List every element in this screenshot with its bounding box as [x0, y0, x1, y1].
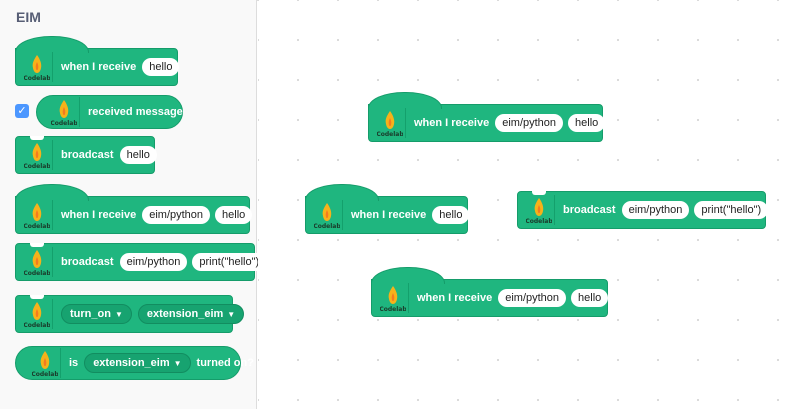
- svg-text:Codelab: Codelab: [32, 371, 58, 377]
- turn-on-extension-block[interactable]: Codelab turn_on ▼ extension_eim ▼: [15, 295, 245, 333]
- message-input[interactable]: hello: [568, 114, 606, 132]
- workspace-broadcast-block[interactable]: Codelab broadcast eim/python print("hell…: [517, 191, 769, 229]
- block-label: broadcast: [61, 149, 114, 161]
- checkbox-checked-icon[interactable]: ✓: [15, 104, 29, 118]
- codelab-logo-icon: Codelab: [524, 195, 555, 225]
- topic-input[interactable]: eim/python: [119, 253, 188, 271]
- dropdown-arrow-icon: ▼: [227, 310, 236, 319]
- category-title: EIM: [16, 9, 41, 25]
- svg-text:Codelab: Codelab: [377, 131, 403, 137]
- message-input[interactable]: print("hello"): [694, 201, 769, 219]
- is-extension-on-boolean[interactable]: Codelab is extension_eim ▼ turned on?: [15, 346, 254, 380]
- svg-text:Codelab: Codelab: [24, 322, 50, 328]
- topic-input[interactable]: eim/python: [495, 114, 564, 132]
- block-label: broadcast: [563, 204, 616, 216]
- codelab-logo-icon: Codelab: [312, 200, 343, 230]
- workspace-when-i-receive-block[interactable]: Codelab when I receive eim/python hello: [371, 267, 609, 317]
- block-label: when I receive: [414, 117, 490, 129]
- svg-text:Codelab: Codelab: [24, 270, 50, 276]
- block-label: when I receive: [61, 61, 137, 73]
- svg-text:Codelab: Codelab: [380, 306, 406, 312]
- topic-input[interactable]: eim/python: [142, 206, 211, 224]
- received-message-reporter[interactable]: Codelab received message: [36, 95, 183, 129]
- codelab-logo-icon: Codelab: [22, 200, 53, 230]
- topic-input[interactable]: eim/python: [621, 201, 690, 219]
- extension-dropdown[interactable]: extension_eim ▼: [137, 304, 245, 324]
- script-workspace[interactable]: Codelab when I receive eim/python hello …: [258, 0, 800, 409]
- broadcast-block[interactable]: Codelab broadcast hello: [15, 136, 157, 174]
- codelab-logo-icon: Codelab: [22, 140, 53, 170]
- svg-text:Codelab: Codelab: [24, 75, 50, 81]
- dropdown-arrow-icon: ▼: [173, 359, 182, 368]
- svg-text:Codelab: Codelab: [24, 223, 50, 229]
- block-label: broadcast: [61, 256, 114, 268]
- message-input[interactable]: hello: [571, 289, 609, 307]
- svg-text:Codelab: Codelab: [51, 120, 77, 126]
- turn-on-dropdown[interactable]: turn_on ▼: [61, 304, 132, 324]
- block-label: turned on?: [196, 357, 254, 369]
- svg-text:Codelab: Codelab: [526, 218, 552, 224]
- svg-text:Codelab: Codelab: [314, 223, 340, 229]
- codelab-logo-icon: Codelab: [30, 348, 61, 378]
- when-i-receive-topic-block[interactable]: Codelab when I receive eim/python hello: [15, 184, 253, 234]
- codelab-logo-icon: Codelab: [22, 299, 53, 329]
- workspace-when-i-receive-block[interactable]: Codelab when I receive eim/python hello: [368, 92, 606, 142]
- block-label: when I receive: [61, 209, 137, 221]
- block-label: received message: [88, 106, 183, 118]
- svg-text:Codelab: Codelab: [24, 163, 50, 169]
- message-input[interactable]: hello: [119, 146, 157, 164]
- codelab-logo-icon: Codelab: [375, 108, 406, 138]
- message-input[interactable]: hello: [432, 206, 470, 224]
- codelab-logo-icon: Codelab: [22, 247, 53, 277]
- workspace-when-i-receive-block[interactable]: Codelab when I receive hello: [305, 184, 470, 234]
- block-label: when I receive: [351, 209, 427, 221]
- topic-input[interactable]: eim/python: [498, 289, 567, 307]
- message-input[interactable]: print("hello"): [192, 253, 267, 271]
- codelab-logo-icon: Codelab: [49, 97, 80, 127]
- block-label: when I receive: [417, 292, 493, 304]
- message-input[interactable]: hello: [215, 206, 253, 224]
- extension-dropdown[interactable]: extension_eim ▼: [84, 353, 191, 373]
- message-input[interactable]: hello: [142, 58, 180, 76]
- broadcast-topic-block[interactable]: Codelab broadcast eim/python print("hell…: [15, 243, 267, 281]
- when-i-receive-block[interactable]: Codelab when I receive hello: [15, 36, 180, 86]
- block-palette: EIM Codelab when I receive hello ✓ Codel…: [0, 0, 267, 409]
- dropdown-arrow-icon: ▼: [114, 310, 123, 319]
- codelab-logo-icon: Codelab: [22, 52, 53, 82]
- block-label: is: [69, 357, 79, 369]
- codelab-logo-icon: Codelab: [378, 283, 409, 313]
